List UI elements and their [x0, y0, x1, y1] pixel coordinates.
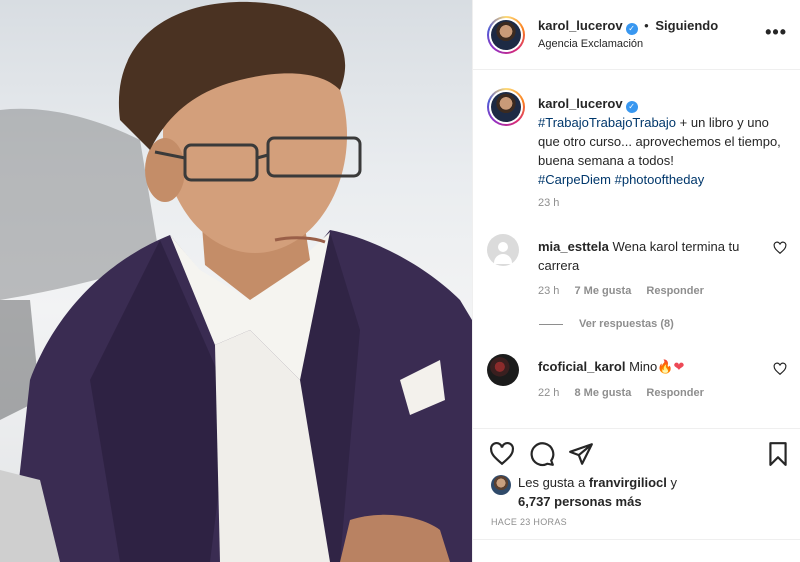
caption-avatar[interactable] — [487, 88, 525, 126]
hashtag-link[interactable]: #TrabajoTrabajoTrabajo — [538, 115, 676, 130]
more-options-icon[interactable]: ••• — [765, 22, 787, 43]
author-location[interactable]: Agencia Exclamación — [538, 38, 643, 50]
view-replies-button[interactable]: Ver respuestas (8) — [539, 318, 674, 330]
likes-count[interactable]: 6,737 personas más — [518, 494, 642, 509]
heart-emoji-icon: ❤ — [673, 359, 685, 374]
likes-joiner: y — [666, 475, 677, 490]
comment-time[interactable]: 22 h — [538, 387, 559, 399]
comment-likes[interactable]: 8 Me gusta — [574, 387, 631, 399]
commenter-avatar[interactable] — [487, 234, 519, 266]
caption-text: karol_lucerov ✓ #TrabajoTrabajoTrabajo + … — [538, 94, 783, 189]
comment-body: Mino — [629, 359, 658, 374]
post-header: karol_lucerov ✓ • Siguiendo Agencia Excla… — [473, 0, 800, 70]
liker-username[interactable]: franvirgiliocl — [589, 475, 667, 490]
commenter-avatar[interactable] — [487, 354, 519, 386]
likes-text: Les gusta a franvirgiliocl y 6,737 perso… — [518, 473, 778, 511]
reply-button[interactable]: Responder — [646, 285, 703, 297]
like-heart-icon[interactable] — [489, 441, 515, 467]
post-photo-illustration — [0, 1, 472, 562]
caption-time[interactable]: 23 h — [538, 197, 559, 209]
hashtag-link[interactable]: #CarpeDiem — [538, 172, 611, 187]
verified-badge-icon: ✓ — [625, 23, 638, 35]
likes-prefix: Les gusta a — [518, 475, 589, 490]
caption-username[interactable]: karol_lucerov — [538, 96, 623, 111]
comment-meta: 23 h 7 Me gusta Responder — [538, 285, 704, 297]
comment-bubble-icon[interactable] — [529, 441, 555, 467]
comment-text: mia_esttela Wena karol termina tu carrer… — [538, 237, 753, 275]
commenter-username[interactable]: mia_esttela — [538, 239, 609, 254]
comment-likes[interactable]: 7 Me gusta — [574, 285, 631, 297]
author-avatar[interactable] — [487, 16, 525, 54]
post-photo[interactable] — [0, 0, 472, 562]
comment-text: fcoficial_karol Mino🔥❤ — [538, 357, 753, 376]
header-user-line: karol_lucerov ✓ • Siguiendo — [538, 18, 718, 35]
verified-badge-icon: ✓ — [625, 101, 638, 113]
save-bookmark-icon[interactable] — [765, 441, 791, 467]
share-plane-icon[interactable] — [568, 441, 594, 467]
posted-time[interactable]: HACE 23 HORAS — [491, 517, 567, 527]
like-comment-heart-icon[interactable] — [773, 241, 787, 255]
post-side-panel: karol_lucerov ✓ • Siguiendo Agencia Excla… — [472, 0, 800, 562]
add-comment-bar[interactable] — [473, 539, 800, 562]
hashtag-link[interactable]: #photooftheday — [615, 172, 705, 187]
fire-emoji-icon: 🔥 — [657, 359, 674, 374]
separator-dot: • — [644, 18, 649, 33]
author-username[interactable]: karol_lucerov — [538, 18, 623, 33]
post-actions: Les gusta a franvirgiliocl y 6,737 perso… — [473, 428, 800, 562]
commenter-username[interactable]: fcoficial_karol — [538, 359, 625, 374]
view-replies-label: Ver respuestas (8) — [579, 318, 674, 330]
reply-button[interactable]: Responder — [646, 387, 703, 399]
following-button[interactable]: Siguiendo — [655, 18, 718, 33]
comment-meta: 22 h 8 Me gusta Responder — [538, 387, 704, 399]
comment-time[interactable]: 23 h — [538, 285, 559, 297]
replies-divider — [539, 323, 563, 325]
like-comment-heart-icon[interactable] — [773, 362, 787, 376]
liker-avatar[interactable] — [491, 475, 511, 495]
